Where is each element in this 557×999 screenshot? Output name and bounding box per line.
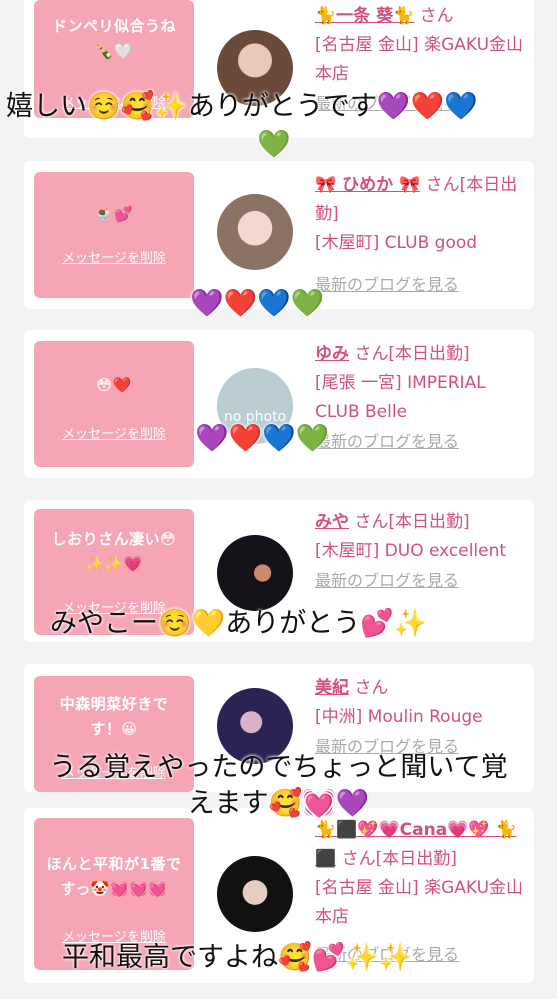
overlay-caption: 💜❤️💙💚	[195, 423, 330, 454]
honorific-label: さん[本日出勤]	[341, 849, 457, 869]
blog-link[interactable]: 最新のブログを見る	[315, 566, 530, 595]
overlay-caption: えます🥰💓💜	[187, 788, 370, 819]
cast-name-link[interactable]: ゆみ	[315, 344, 349, 364]
honorific-label: さん	[419, 6, 454, 26]
message-bubble: 😳❤️ メッセージを削除	[34, 341, 194, 467]
blog-link[interactable]: 最新のブログを見る	[315, 270, 530, 299]
cast-name-link[interactable]: みや	[315, 512, 349, 532]
profile-info: みや さん[本日出勤] [木屋町] DUO excellent 最新のブログを見…	[315, 508, 530, 595]
message-text: 😳❤️	[96, 376, 132, 394]
shop-label: [木屋町] CLUB good	[315, 233, 478, 253]
overlay-caption: 嬉しい☺️🥰✨ありがとうです💜❤️💙	[6, 91, 478, 122]
blog-link[interactable]: 最新のブログを見る	[315, 427, 530, 456]
shop-label: [名古屋 金山] 楽GAKU金山本店	[315, 35, 524, 84]
overlay-caption: 💚	[257, 129, 291, 160]
message-text: 🍨💕	[94, 205, 134, 223]
message-bubble: 🍨💕 メッセージを削除	[34, 172, 194, 298]
honorific-label: さん	[354, 678, 389, 698]
overlay-caption: うる覚えやったのでちょっと聞いて覚	[49, 752, 508, 783]
overlay-caption: 平和最高ですよね🥰💕✨✨	[62, 942, 413, 973]
delete-message-link[interactable]: メッセージを削除	[34, 247, 194, 266]
profile-info: ゆみ さん[本日出勤] [尾張 一宮] IMPERIAL CLUB Belle …	[315, 340, 530, 456]
cast-name-link[interactable]: 🎀 ひめか 🎀	[315, 175, 420, 195]
shop-label: [木屋町] DUO excellent	[315, 541, 507, 561]
message-text: ドンペリ似合うね 🍾🤍	[51, 17, 176, 60]
shop-label: [中洲] Moulin Rouge	[315, 707, 483, 727]
overlay-caption: みやこー☺️💛ありがとう💕✨	[50, 608, 428, 639]
honorific-label: さん[本日出勤]	[354, 344, 470, 364]
shop-label: [尾張 一宮] IMPERIAL CLUB Belle	[315, 373, 486, 422]
honorific-label: さん[本日出勤]	[354, 512, 470, 532]
profile-info: 🎀 ひめか 🎀 さん[本日出勤] [木屋町] CLUB good 最新のブログを…	[315, 171, 530, 299]
shop-label: [名古屋 金山] 楽GAKU金山本店	[315, 878, 524, 927]
profile-info: 美紀 さん [中洲] Moulin Rouge 最新のブログを見る	[315, 674, 530, 761]
overlay-caption: 💜❤️💙💚	[190, 288, 325, 319]
cast-name-link[interactable]: 美紀	[315, 678, 349, 698]
avatar[interactable]	[217, 856, 293, 932]
message-text: 中森明菜好きです！😀	[59, 695, 169, 738]
avatar[interactable]	[217, 194, 293, 270]
avatar[interactable]	[217, 535, 293, 611]
delete-message-link[interactable]: メッセージを削除	[34, 423, 194, 442]
cast-name-link[interactable]: 🐈一条 葵🐈	[315, 6, 414, 26]
message-text: しおりさん凄い😳 ✨✨💗	[51, 530, 177, 573]
message-text: ほんと平和が1番ですっ🤡💓💓💓	[46, 855, 182, 898]
